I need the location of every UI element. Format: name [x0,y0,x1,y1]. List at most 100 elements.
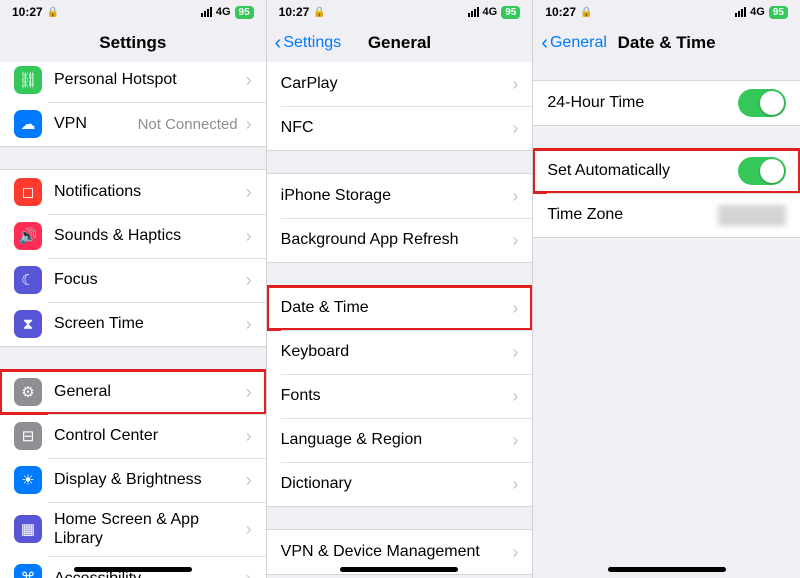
row-keyboard[interactable]: Keyboard› [267,330,533,374]
chevron-right-icon: › [512,542,518,563]
home-indicator[interactable] [608,567,726,572]
group-24h: 24-Hour Time [533,80,800,126]
chevron-right-icon: › [246,226,252,247]
chevron-right-icon: › [246,182,252,203]
back-label: General [550,34,607,52]
battery-badge: 95 [769,6,788,19]
row-label: General [54,382,238,401]
battery-badge: 95 [235,6,254,19]
row-display-brightness[interactable]: ☀Display & Brightness› [0,458,266,502]
row-label: iPhone Storage [281,186,505,205]
row-sounds-haptics[interactable]: 🔊 Sounds & Haptics › [0,214,266,258]
row-label: Home Screen & App Library [54,510,238,548]
row-label: Fonts [281,386,505,405]
general-icon: ⚙ [14,378,42,406]
row-label: Language & Region [281,430,505,449]
page-title: Settings [99,33,166,53]
row-notifications[interactable]: ◻ Notifications › [0,170,266,214]
signal-icon [201,7,212,17]
chevron-right-icon: › [512,118,518,139]
row-carplay[interactable]: CarPlay › [267,62,533,106]
vpn-icon: ☁ [14,110,42,138]
lock-icon: 🔒 [580,7,592,18]
status-time: 10:27 [545,5,576,19]
row-vpn[interactable]: ☁VPNNot Connected› [0,102,266,146]
chevron-right-icon: › [512,74,518,95]
row-label: CarPlay [281,74,505,93]
chevron-right-icon: › [246,519,252,540]
nav-bar: ‹ General Date & Time [533,24,800,62]
toggle-24hour[interactable] [738,89,786,117]
row-24hour[interactable]: 24-Hour Time [533,81,800,125]
chevron-left-icon: ‹ [275,33,282,53]
row-nfc[interactable]: NFC › [267,106,533,150]
sounds-haptics-icon: 🔊 [14,222,42,250]
row-set-automatically[interactable]: Set Automatically [533,149,800,193]
row-label: Time Zone [547,205,712,224]
row-background-app-refresh[interactable]: Background App Refresh› [267,218,533,262]
group-notifications: ◻Notifications›🔊Sounds & Haptics›☾Focus›… [0,169,266,347]
row-general[interactable]: ⚙ General › [0,370,266,414]
network-label: 4G [216,6,231,18]
nav-bar: ‹ Settings General [267,24,533,62]
network-label: 4G [750,6,765,18]
group-datetime: Date & Time›Keyboard› Fonts › Language & Re… [267,285,533,507]
nav-bar: Settings [0,24,266,62]
row-timezone[interactable]: Time Zone XXXX [533,193,800,237]
chevron-right-icon: › [246,270,252,291]
row-label: Date & Time [281,298,505,317]
row-focus[interactable]: ☾Focus› [0,258,266,302]
row-label: Background App Refresh [281,230,505,249]
row-personal-hotspot[interactable]: ⛓Personal Hotspot› [0,58,266,102]
row-label: Sounds & Haptics [54,226,238,245]
row-fonts[interactable]: Fonts › [267,374,533,418]
chevron-left-icon: ‹ [541,33,548,53]
row-label: NFC [281,118,505,137]
row-control-center[interactable]: ⊟Control Center› [0,414,266,458]
display-brightness-icon: ☀ [14,466,42,494]
page-title: Date & Time [618,33,716,53]
row-date-time[interactable]: Date & Time› [267,286,533,330]
group-storage: iPhone Storage › Background App Refresh› [267,173,533,263]
row-dictionary[interactable]: Dictionary› [267,462,533,506]
row-screen-time[interactable]: ⧗Screen Time› [0,302,266,346]
row-home-screen-app-library[interactable]: ▦Home Screen & App Library› [0,502,266,556]
page-title: General [368,33,431,53]
home-indicator[interactable] [74,567,192,572]
chevron-right-icon: › [512,386,518,407]
group-carplay: CarPlay › NFC › [267,62,533,151]
row-label: Dictionary [281,474,505,493]
row-label: Personal Hotspot [54,70,238,89]
group-general: ⚙ General › ⊟Control Center›☀Display & Brig… [0,369,266,578]
group-network: ⛓Personal Hotspot›☁VPNNot Connected› [0,58,266,147]
screen-time-icon: ⧗ [14,310,42,338]
chevron-right-icon: › [512,186,518,207]
status-bar: 10:27 🔒 4G 95 [267,0,533,24]
home-indicator[interactable] [340,567,458,572]
back-button[interactable]: ‹ Settings [275,33,341,53]
focus-icon: ☾ [14,266,42,294]
chevron-right-icon: › [246,114,252,135]
row-label: 24-Hour Time [547,93,738,112]
timezone-value: XXXX [718,205,786,226]
phone-datetime: 10:27 🔒 4G 95 ‹ General Date & Time 24-H… [533,0,800,578]
chevron-right-icon: › [246,382,252,403]
row-label: Keyboard [281,342,505,361]
chevron-right-icon: › [246,314,252,335]
row-iphone-storage[interactable]: iPhone Storage › [267,174,533,218]
status-time: 10:27 [279,5,310,19]
phone-settings: 10:27 🔒 4G 95 Settings ⛓Personal Hotspot… [0,0,267,578]
chevron-right-icon: › [246,70,252,91]
back-button[interactable]: ‹ General [541,33,607,53]
battery-badge: 95 [501,6,520,19]
row-label: Notifications [54,182,238,201]
lock-icon: 🔒 [47,7,59,18]
row-language-region[interactable]: Language & Region› [267,418,533,462]
notifications-icon: ◻ [14,178,42,206]
row-label: Set Automatically [547,161,738,180]
network-label: 4G [483,6,498,18]
row-label: VPN [54,114,132,133]
control-center-icon: ⊟ [14,422,42,450]
status-time: 10:27 [12,5,43,19]
toggle-set-automatically[interactable] [738,157,786,185]
